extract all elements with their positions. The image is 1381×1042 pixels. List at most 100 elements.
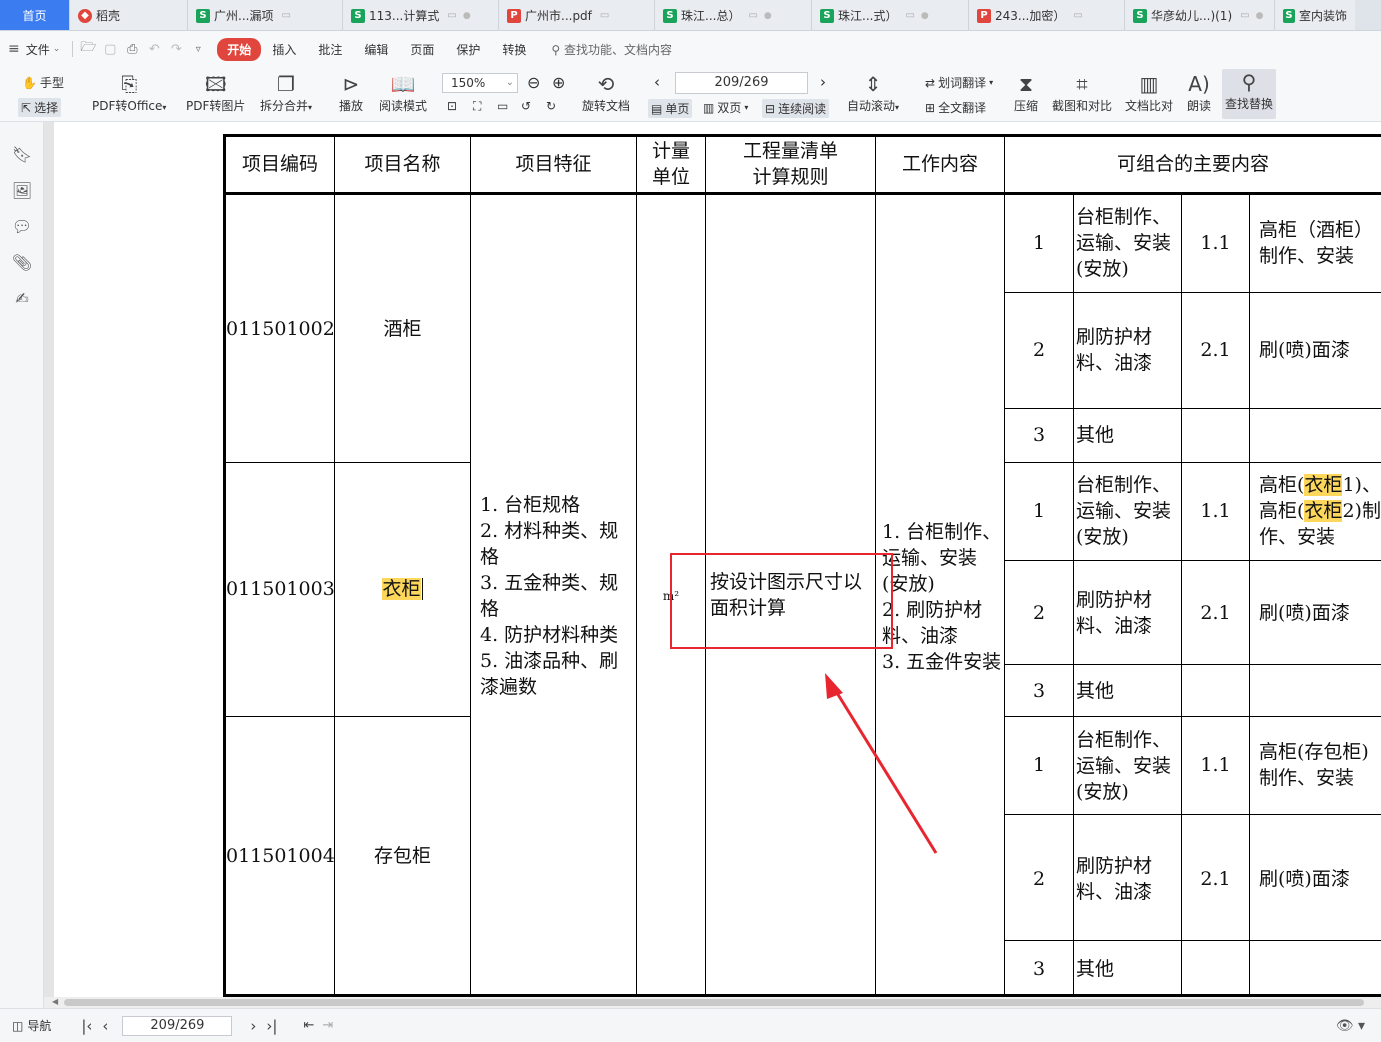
menu-edit[interactable]: 编辑: [353, 41, 399, 58]
read-aloud-button[interactable]: A) 朗读: [1187, 71, 1211, 114]
tab-doc[interactable]: S 华彦幼儿...)(1) ▭ ●: [1125, 0, 1275, 30]
find-replace-button[interactable]: ⚲ 查找替换: [1222, 69, 1277, 119]
tab-daoke[interactable]: ◆ 稻壳: [70, 0, 188, 30]
continuous-read-button[interactable]: ⊟ 连续阅读: [762, 99, 830, 118]
tab-pin-icon[interactable]: ▭: [1240, 10, 1249, 21]
play-button[interactable]: ⊳ 播放: [339, 71, 363, 114]
print-icon[interactable]: ⎙: [121, 42, 143, 57]
screenshot-compare-button[interactable]: ⌗ 截图和对比: [1052, 71, 1112, 114]
first-page-icon[interactable]: |‹: [81, 1017, 92, 1035]
spreadsheet-icon: S: [1133, 8, 1147, 23]
table-border: [1004, 408, 1381, 409]
header-work: 工作内容: [901, 153, 978, 175]
menu-convert[interactable]: 转换: [491, 41, 537, 58]
rotate-left-icon[interactable]: ↺: [521, 99, 531, 113]
tab-pin-icon[interactable]: ▭: [447, 10, 456, 21]
full-translate-button[interactable]: ⊞ 全文翻译: [925, 99, 986, 116]
horizontal-scrollbar[interactable]: ◀: [44, 997, 1381, 1008]
chevron-down-icon[interactable]: ⌄: [53, 44, 61, 54]
double-page-button[interactable]: ▥ 双页 ▾: [703, 99, 748, 116]
fit-page-icon[interactable]: ⛶: [473, 99, 481, 114]
pdf-to-image-button[interactable]: 🖾 PDF转图片: [186, 71, 245, 114]
save-icon[interactable]: ▢: [99, 42, 121, 57]
rotate-right-icon[interactable]: ↻: [546, 99, 556, 113]
sub-main: 高柜(衣柜1)、 高柜(衣柜2)制 作、安装: [1259, 474, 1381, 548]
feature-search[interactable]: ⚲ 查找功能、文档内容: [551, 41, 672, 58]
thumbnail-icon[interactable]: 🖼︎: [0, 172, 44, 208]
page-number-input[interactable]: 209/269: [122, 1015, 233, 1036]
back-icon[interactable]: ⇤: [303, 1018, 314, 1033]
tab-doc[interactable]: S 室内装饰: [1275, 0, 1355, 30]
tab-doc[interactable]: S 珠江...式） ▭ ●: [812, 0, 969, 30]
sub-content: 台柜制作、 运输、安装 (安放): [1076, 729, 1172, 803]
zoom-select[interactable]: 150% ⌄: [442, 73, 518, 93]
prev-page-icon[interactable]: ‹: [102, 1017, 108, 1035]
comment-icon[interactable]: 💬︎: [0, 208, 44, 244]
eye-protection-icon[interactable]: 👁︎ ▾: [1336, 1018, 1365, 1034]
table-border: [1004, 940, 1381, 941]
fit-width-icon[interactable]: ▭: [497, 99, 508, 113]
redo-icon[interactable]: ↷: [165, 42, 187, 57]
scroll-left-icon[interactable]: ◀: [52, 997, 58, 1006]
sub-main: 刷(喷)面漆: [1259, 868, 1350, 890]
tab-doc[interactable]: S 珠江...总） ▭ ●: [655, 0, 812, 30]
next-page-icon[interactable]: ›: [820, 73, 826, 91]
auto-scroll-button[interactable]: ⇕ 自动滚动▾: [847, 71, 899, 114]
item-name[interactable]: 衣柜: [335, 576, 470, 602]
tab-pin-icon[interactable]: ▭: [1073, 10, 1082, 21]
word-translate-button[interactable]: ⇄ 划词翻译 ▾: [925, 74, 993, 91]
double-page-icon: ▥: [703, 100, 715, 115]
menu-page[interactable]: 页面: [399, 41, 445, 58]
continuous-icon: ⊟: [765, 101, 776, 116]
prev-page-icon[interactable]: ‹: [654, 73, 660, 91]
last-page-icon[interactable]: ›|: [266, 1017, 277, 1035]
select-tool[interactable]: ⇱ 选择: [18, 98, 62, 117]
table-border: [223, 716, 471, 717]
menu-annotate[interactable]: 批注: [307, 41, 353, 58]
tab-home[interactable]: 首页: [0, 0, 70, 30]
signature-icon[interactable]: ✍︎: [0, 280, 44, 316]
zoom-in-icon[interactable]: ⊕: [552, 73, 565, 92]
tab-doc[interactable]: S 广州...漏项 ▭: [188, 0, 343, 30]
menu-protect[interactable]: 保护: [445, 41, 491, 58]
next-page-icon[interactable]: ›: [250, 1017, 256, 1035]
actual-size-icon[interactable]: ⊡: [447, 99, 457, 113]
tab-pin-icon[interactable]: ▭: [905, 10, 914, 21]
zoom-out-icon[interactable]: ⊖: [527, 73, 540, 92]
tab-doc[interactable]: P 广州市...pdf ▭: [499, 0, 655, 30]
undo-icon[interactable]: ↶: [143, 42, 165, 57]
bookmark-icon[interactable]: 🔖︎: [0, 136, 44, 172]
table-border: [1004, 814, 1381, 815]
tab-pin-icon[interactable]: ▭: [281, 10, 290, 21]
split-merge-icon: ❐: [277, 72, 295, 96]
play-icon: ⊳: [342, 72, 360, 96]
compress-button[interactable]: ⧗ 压缩: [1014, 71, 1038, 114]
tab-doc[interactable]: S 113...计算式 ▭ ●: [343, 0, 499, 30]
table-border: [1249, 194, 1250, 995]
sub-content: 其他: [1076, 680, 1115, 702]
open-folder-icon[interactable]: 🗁: [77, 38, 99, 60]
forward-icon[interactable]: ⇥: [322, 1018, 333, 1033]
split-merge-button[interactable]: ❐ 拆分合并▾: [260, 71, 312, 114]
doc-compare-button[interactable]: ▥ 文档比对: [1125, 71, 1173, 114]
navigation-button[interactable]: ◫ 导航: [12, 1017, 51, 1034]
compress-icon: ⧗: [1018, 72, 1034, 96]
tab-pin-icon[interactable]: ▭: [600, 10, 609, 21]
read-mode-button[interactable]: 📖 阅读模式: [379, 71, 427, 114]
attachment-icon[interactable]: 📎︎: [0, 244, 44, 280]
single-page-button[interactable]: ▤ 单页: [648, 99, 693, 118]
menu-start[interactable]: 开始: [217, 37, 262, 61]
table-border: [1004, 292, 1381, 293]
hand-tool[interactable]: ✋ 手型: [22, 74, 64, 91]
sub-number: 2: [1032, 602, 1046, 624]
hamburger-icon[interactable]: ≡: [8, 41, 20, 57]
rotate-document-button[interactable]: ⟲ 旋转文档: [582, 71, 630, 114]
text-cursor: [421, 578, 423, 600]
quick-menu-icon[interactable]: ▿: [187, 44, 209, 55]
menu-insert[interactable]: 插入: [261, 41, 307, 58]
page-number-input[interactable]: 209/269: [675, 72, 808, 94]
tab-pin-icon[interactable]: ▭: [748, 10, 757, 21]
pdf-to-office-button[interactable]: ⎘ PDF转Office▾: [92, 71, 166, 114]
scrollbar-thumb[interactable]: [64, 999, 1364, 1006]
tab-doc[interactable]: P 243...加密） ▭: [969, 0, 1125, 30]
